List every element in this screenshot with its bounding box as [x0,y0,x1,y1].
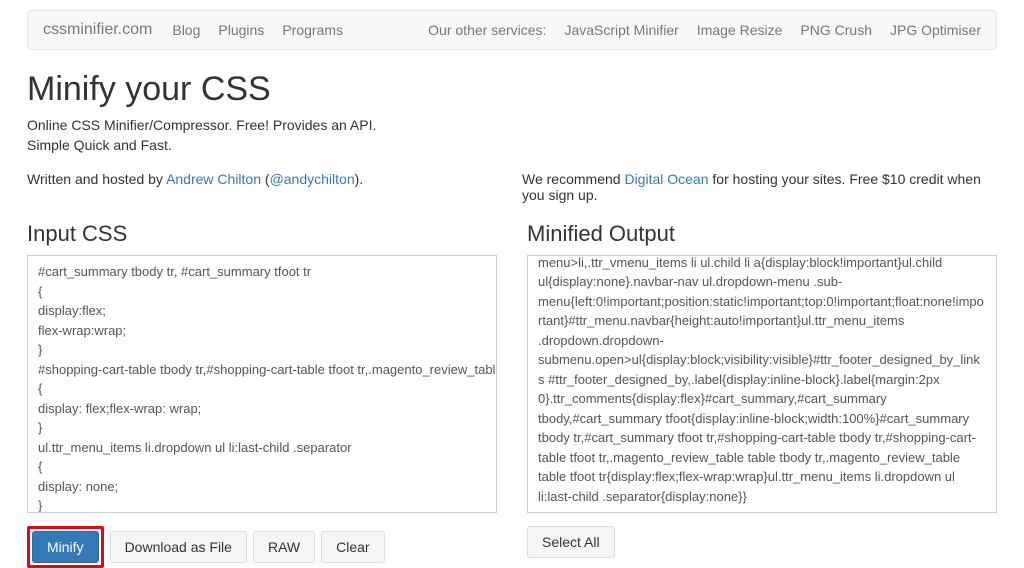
paren-close: ). [355,171,364,187]
nav-jpg-optimiser[interactable]: JPG Optimiser [890,22,981,38]
minify-button[interactable]: Minify [32,531,99,563]
input-heading: Input CSS [27,221,497,247]
output-buttons: Select All [527,526,997,558]
raw-button[interactable]: RAW [253,531,315,563]
output-heading: Minified Output [527,221,997,247]
nav-plugins[interactable]: Plugins [218,22,264,38]
input-column: Input CSS Minify Download as File RAW Cl… [27,221,497,568]
lead-2: Simple Quick and Fast. [27,137,997,153]
nav-programs[interactable]: Programs [282,22,343,38]
nav-right: Our other services: JavaScript Minifier … [428,22,981,38]
recommend-prefix: We recommend [522,171,624,187]
input-textarea[interactable] [27,255,497,513]
brand-link[interactable]: cssminifier.com [43,21,152,39]
services-label: Our other services: [428,22,546,38]
main-columns: Input CSS Minify Download as File RAW Cl… [27,221,997,568]
download-button[interactable]: Download as File [110,531,247,563]
nav-image-resize[interactable]: Image Resize [697,22,783,38]
clear-button[interactable]: Clear [321,531,384,563]
nav-blog[interactable]: Blog [172,22,200,38]
nav-js-minifier[interactable]: JavaScript Minifier [564,22,678,38]
credits-left: Written and hosted by Andrew Chilton (@a… [27,171,502,203]
select-all-button[interactable]: Select All [527,526,615,558]
nav-png-crush[interactable]: PNG Crush [800,22,872,38]
author-link[interactable]: Andrew Chilton [166,171,261,187]
recommend-link[interactable]: Digital Ocean [624,171,708,187]
nav-left: Blog Plugins Programs [172,22,343,38]
input-buttons: Minify Download as File RAW Clear [27,526,497,568]
navbar: cssminifier.com Blog Plugins Programs Ou… [27,10,997,50]
handle-link[interactable]: @andychilton [270,171,355,187]
output-column: Minified Output Select All [527,221,997,568]
credits-row: Written and hosted by Andrew Chilton (@a… [27,171,997,203]
minify-highlight: Minify [27,526,104,568]
credits-prefix: Written and hosted by [27,171,166,187]
lead-1: Online CSS Minifier/Compressor. Free! Pr… [27,117,997,133]
paren-open: ( [261,171,270,187]
page-title: Minify your CSS [27,70,997,109]
credits-right: We recommend Digital Ocean for hosting y… [502,171,997,203]
output-textarea[interactable] [527,255,997,513]
